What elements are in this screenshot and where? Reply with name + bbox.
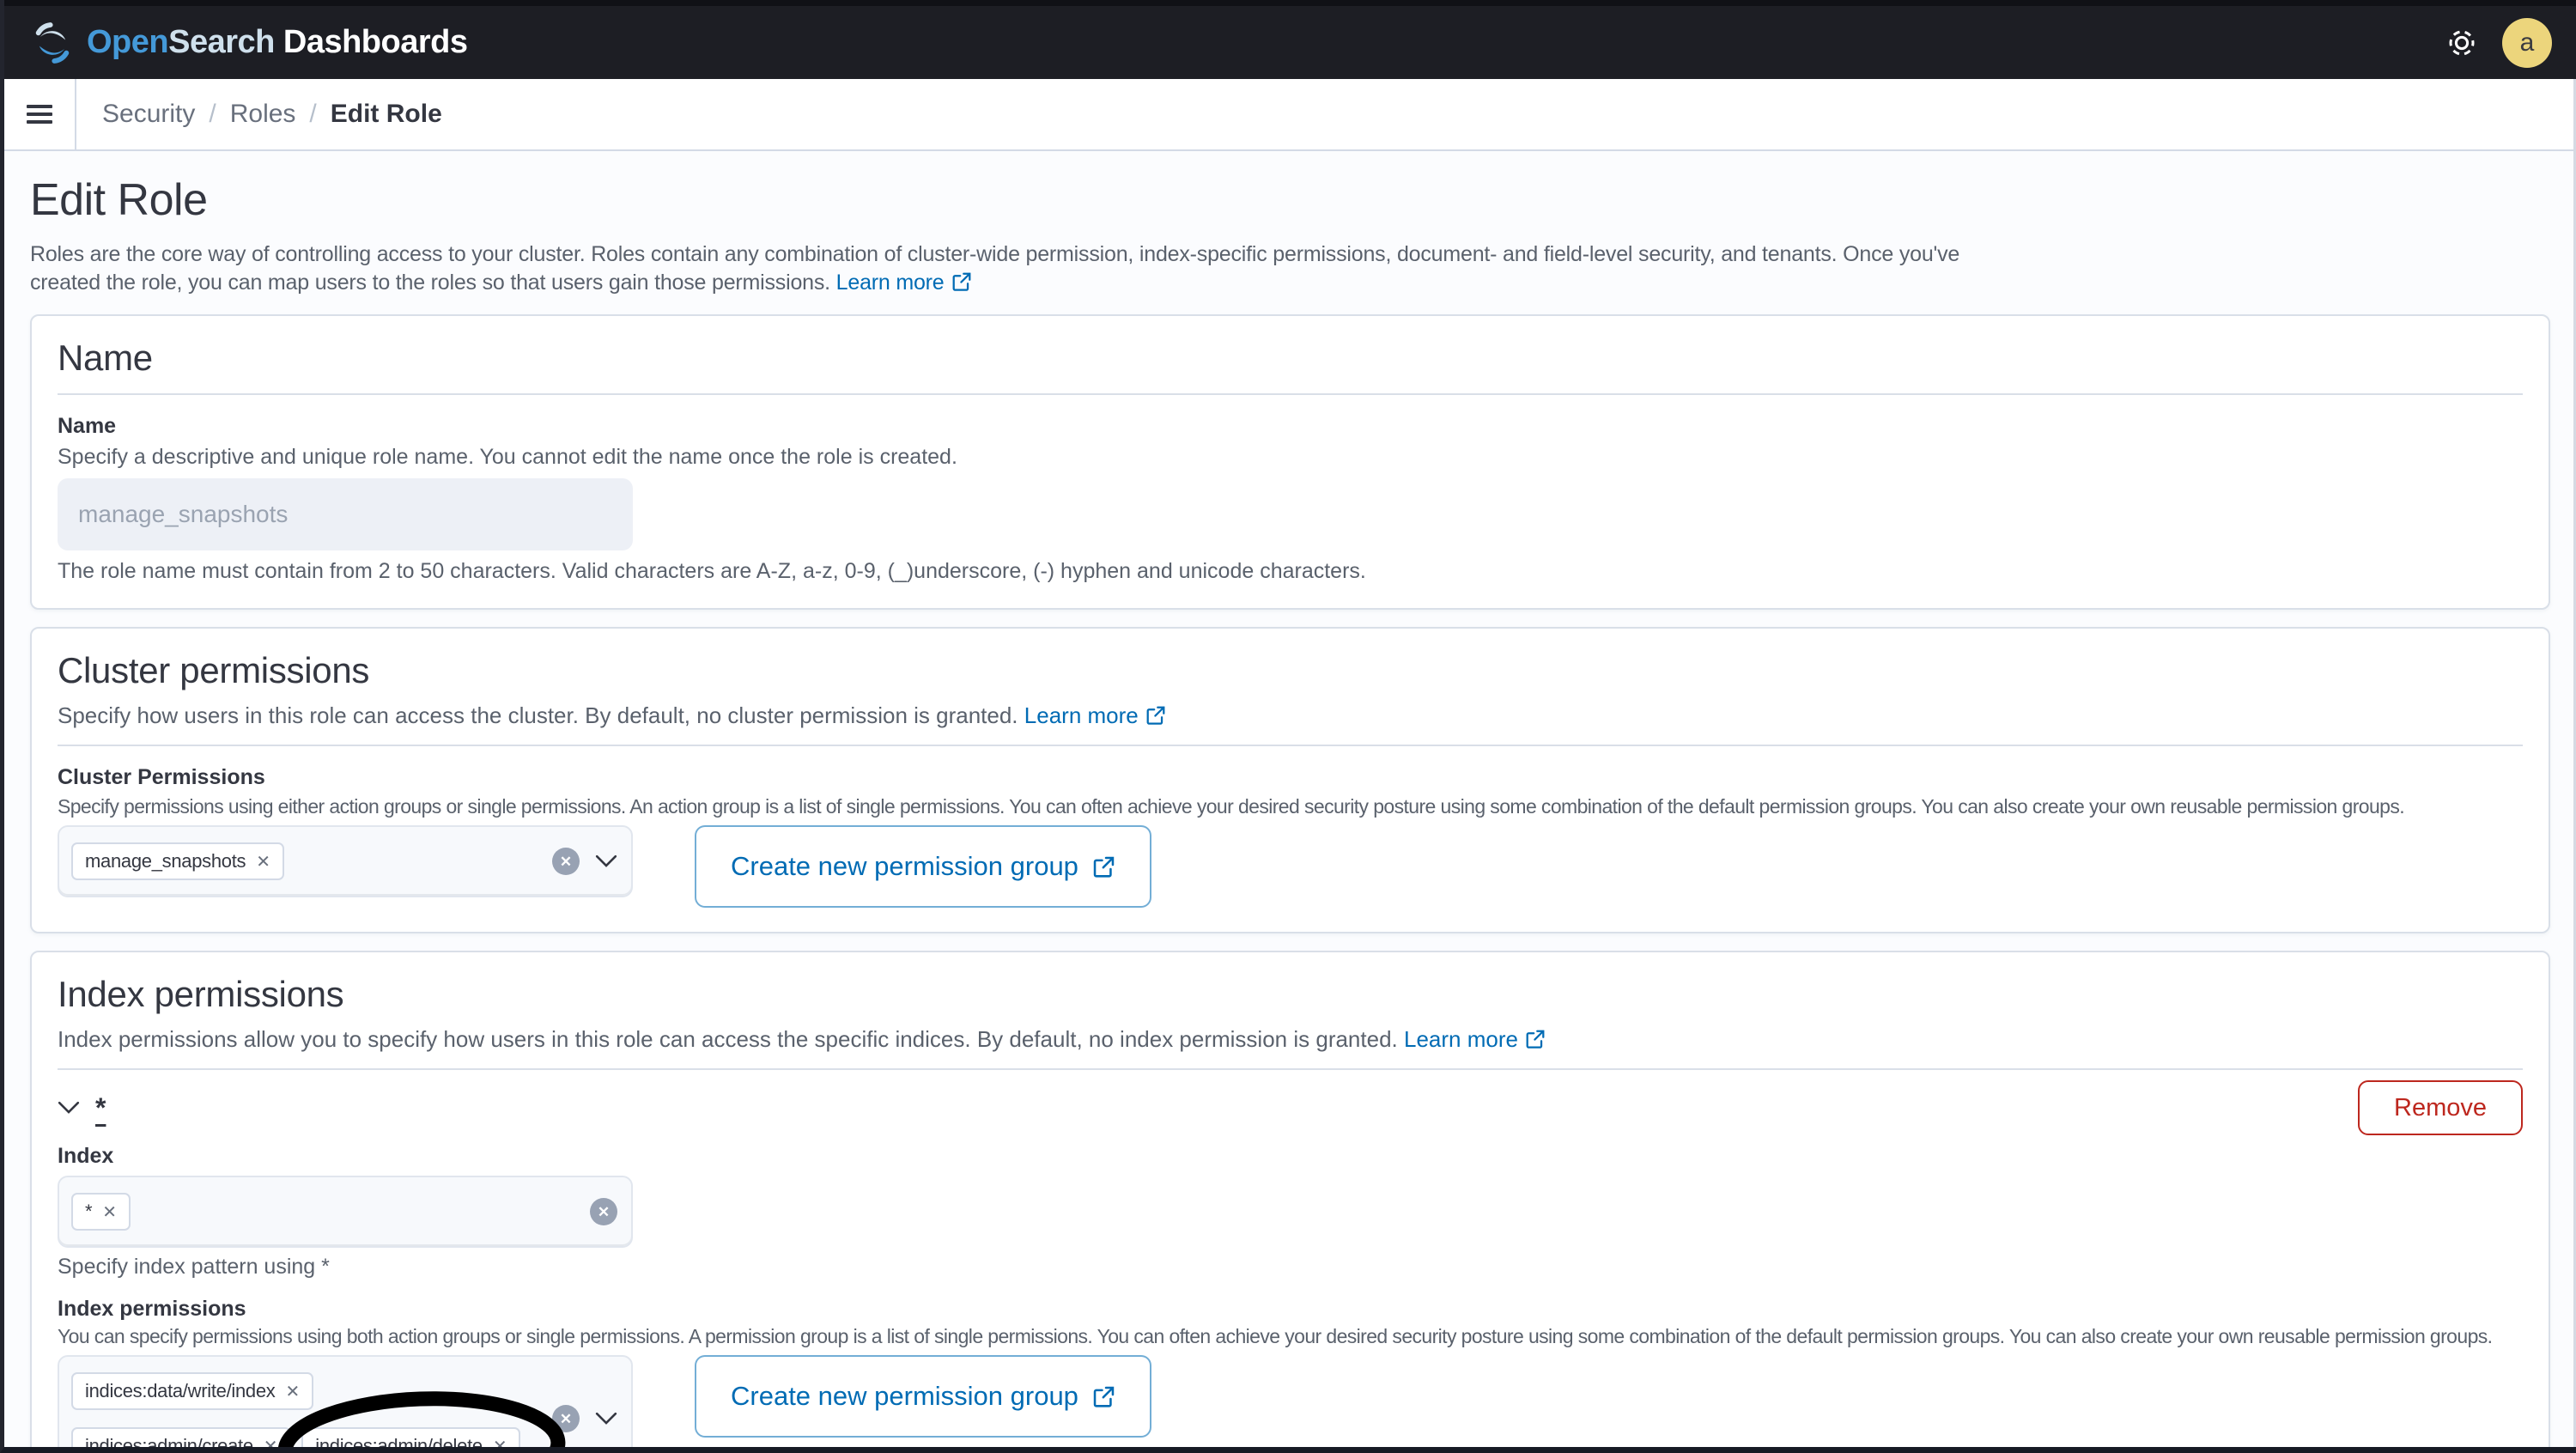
index-pattern-hint: Specify index pattern using *	[58, 1255, 330, 1279]
opensearch-logo: OpenSearch Dashboards	[28, 19, 468, 67]
page-description: Roles are the core way of controlling ac…	[30, 240, 2031, 297]
cluster-permissions-label: Cluster Permissions	[58, 765, 265, 789]
learn-more-link[interactable]: Learn more	[1404, 1026, 1546, 1052]
divider	[58, 393, 2523, 395]
combo-clear-button[interactable]: ✕	[590, 1198, 617, 1225]
cluster-permissions-panel: Cluster permissions Specify how users in…	[30, 627, 2550, 933]
page-content: Edit Role Roles are the core way of cont…	[4, 151, 2576, 1447]
chevron-down-icon[interactable]	[595, 1412, 617, 1426]
breadcrumb-item-security[interactable]: Security	[102, 100, 195, 129]
name-field-hint: The role name must contain from 2 to 50 …	[58, 559, 1366, 583]
index-permissions-label: Index permissions	[58, 1297, 246, 1321]
index-pattern-link[interactable]: *	[95, 1092, 106, 1124]
page-title: Edit Role	[30, 175, 208, 225]
role-name-input[interactable]	[58, 478, 633, 550]
divider	[58, 745, 2523, 746]
cluster-permissions-help: Specify permissions using either action …	[58, 795, 2405, 818]
pill-remove-icon[interactable]: ✕	[256, 851, 270, 872]
name-field-help: Specify a descriptive and unique role na…	[58, 445, 957, 469]
breadcrumb-separator: /	[209, 100, 216, 128]
selected-permission-pill: indices:data/write/index ✕	[71, 1372, 313, 1410]
breadcrumb: Security / Roles / Edit Role	[76, 79, 442, 149]
index-pattern-accordion-toggle[interactable]: *	[58, 1092, 106, 1124]
divider	[58, 1068, 2523, 1070]
chevron-down-icon	[58, 1101, 80, 1114]
hamburger-icon	[27, 100, 52, 128]
pill-remove-icon[interactable]: ✕	[102, 1201, 117, 1223]
selected-permission-pill: manage_snapshots ✕	[71, 842, 284, 880]
cluster-panel-title: Cluster permissions	[58, 650, 370, 690]
index-permissions-help: You can specify permissions using both a…	[58, 1325, 2493, 1347]
learn-more-link[interactable]: Learn more	[836, 271, 972, 295]
opensearch-logo-icon	[35, 21, 70, 64]
index-pattern-combobox[interactable]: * ✕ ✕	[58, 1176, 633, 1248]
index-panel-title: Index permissions	[58, 974, 344, 1014]
user-avatar[interactable]: a	[2502, 17, 2552, 68]
combo-clear-button[interactable]: ✕	[552, 848, 580, 875]
pill-remove-icon[interactable]: ✕	[493, 1436, 507, 1448]
create-permission-group-button[interactable]: Create new permission group	[695, 825, 1151, 908]
name-panel-title: Name	[58, 337, 153, 378]
logo-text: OpenSearch Dashboards	[87, 24, 468, 60]
browser-window: OpenSearch Dashboards a Security / Roles …	[0, 0, 2576, 1453]
external-link-icon	[1526, 1030, 1545, 1049]
index-field-label: Index	[58, 1144, 114, 1168]
selected-permission-pill: indices:admin/delete ✕	[301, 1427, 521, 1448]
menu-button[interactable]	[4, 79, 76, 149]
external-link-icon	[1093, 1386, 1115, 1407]
breadcrumb-bar: Security / Roles / Edit Role	[4, 79, 2576, 151]
name-panel: Name Name Specify a descriptive and uniq…	[30, 314, 2550, 610]
index-permissions-combobox[interactable]: indices:data/write/index ✕ indices:admin/…	[58, 1355, 633, 1447]
breadcrumb-current-edit-role: Edit Role	[330, 100, 442, 128]
avatar-letter: a	[2519, 27, 2535, 57]
selected-index-pill: * ✕	[71, 1193, 131, 1231]
help-menu-button[interactable]	[2447, 28, 2476, 58]
breadcrumb-item-roles[interactable]: Roles	[230, 100, 296, 129]
selected-permission-pill: indices:admin/create ✕	[71, 1427, 292, 1448]
breadcrumb-separator: /	[309, 100, 317, 128]
index-panel-description: Index permissions allow you to specify h…	[58, 1026, 2523, 1053]
learn-more-link[interactable]: Learn more	[1024, 702, 1166, 728]
pill-remove-icon[interactable]: ✕	[264, 1436, 278, 1448]
clear-icon: ✕	[597, 1203, 611, 1220]
external-link-icon	[1146, 706, 1165, 725]
cluster-permissions-combobox[interactable]: manage_snapshots ✕ ✕	[58, 825, 633, 897]
pill-remove-icon[interactable]: ✕	[285, 1381, 300, 1402]
combo-clear-button[interactable]: ✕	[552, 1405, 580, 1432]
help-ring-icon	[2449, 30, 2475, 55]
external-link-icon	[1093, 856, 1115, 878]
index-permissions-panel: Index permissions Index permissions allo…	[30, 951, 2550, 1447]
create-permission-group-button[interactable]: Create new permission group	[695, 1355, 1151, 1438]
app-header: OpenSearch Dashboards a	[4, 0, 2576, 79]
chevron-down-icon[interactable]	[595, 854, 617, 868]
clear-icon: ✕	[559, 1410, 573, 1427]
cluster-panel-description: Specify how users in this role can acces…	[58, 702, 2523, 729]
name-field-label: Name	[58, 414, 117, 438]
remove-index-permission-button[interactable]: Remove	[2358, 1080, 2523, 1135]
index-description-text: Index permissions allow you to specify h…	[58, 1026, 1398, 1052]
clear-icon: ✕	[559, 853, 573, 870]
page-description-text: Roles are the core way of controlling ac…	[30, 242, 1960, 295]
external-link-icon	[952, 272, 970, 291]
cluster-description-text: Specify how users in this role can acces…	[58, 702, 1018, 728]
